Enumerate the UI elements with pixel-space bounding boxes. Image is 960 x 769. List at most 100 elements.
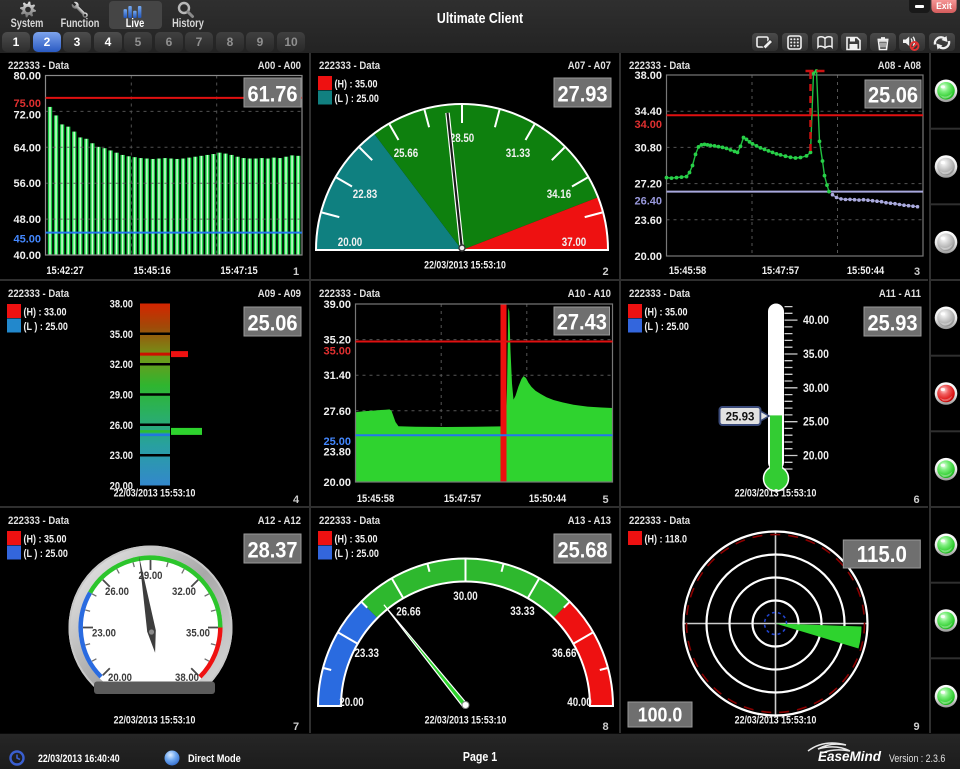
svg-text:25.00: 25.00 (323, 436, 351, 448)
svg-text:(H) : 33.00: (H) : 33.00 (24, 306, 67, 318)
svg-text:26.40: 26.40 (634, 196, 662, 208)
svg-text:75.00: 75.00 (13, 98, 41, 110)
svg-text:20.00: 20.00 (634, 251, 662, 263)
svg-text:1: 1 (293, 266, 299, 278)
svg-text:115.0: 115.0 (856, 540, 906, 566)
svg-text:22/03/2013 15:53:10: 22/03/2013 15:53:10 (424, 260, 506, 272)
svg-text:23.00: 23.00 (110, 450, 134, 462)
svg-text:15:45:58: 15:45:58 (668, 265, 706, 277)
svg-text:7: 7 (293, 721, 299, 733)
svg-text:(L ) : 25.00: (L ) : 25.00 (334, 548, 379, 560)
svg-text:29.00: 29.00 (110, 389, 134, 401)
svg-text:Page 1: Page 1 (463, 750, 498, 764)
svg-text:A11 - A11: A11 - A11 (878, 288, 920, 300)
svg-text:20.00: 20.00 (323, 477, 351, 489)
svg-text:20.00: 20.00 (339, 696, 363, 709)
svg-text:6: 6 (913, 494, 919, 506)
svg-text:3: 3 (913, 266, 919, 278)
svg-text:15:50:44: 15:50:44 (846, 265, 884, 277)
svg-text:27.93: 27.93 (557, 81, 607, 106)
svg-text:22/03/2013 15:53:10: 22/03/2013 15:53:10 (734, 714, 816, 726)
svg-text:222333 - Data: 222333 - Data (8, 515, 69, 527)
svg-text:34.40: 34.40 (634, 106, 662, 118)
svg-text:35.00: 35.00 (186, 627, 210, 639)
svg-text:23.33: 23.33 (354, 647, 378, 660)
svg-text:(H) : 35.00: (H) : 35.00 (334, 79, 377, 91)
svg-text:25.93: 25.93 (725, 411, 754, 423)
svg-text:15:47:57: 15:47:57 (443, 493, 481, 505)
svg-text:26.00: 26.00 (105, 586, 129, 598)
svg-text:2: 2 (602, 266, 608, 278)
svg-text:31.33: 31.33 (505, 147, 529, 160)
svg-text:222333 - Data: 222333 - Data (629, 288, 690, 300)
svg-text:80.00: 80.00 (13, 71, 41, 83)
svg-text:28.50: 28.50 (449, 132, 473, 145)
svg-text:20.00: 20.00 (803, 450, 829, 463)
svg-text:(H) : 118.0: (H) : 118.0 (644, 533, 687, 545)
svg-text:25.68: 25.68 (557, 537, 607, 562)
svg-text:25.00: 25.00 (803, 416, 829, 429)
svg-text:4: 4 (293, 494, 300, 506)
svg-text:48.00: 48.00 (13, 214, 41, 226)
svg-text:A00 - A00: A00 - A00 (258, 60, 301, 72)
svg-text:31.40: 31.40 (323, 370, 351, 382)
svg-text:36.66: 36.66 (551, 647, 575, 660)
svg-text:(L ) : 25.00: (L ) : 25.00 (334, 93, 379, 105)
svg-text:Version : 2.3.6: Version : 2.3.6 (889, 753, 946, 765)
svg-text:(H) : 35.00: (H) : 35.00 (644, 306, 687, 318)
svg-text:(L ) : 25.00: (L ) : 25.00 (644, 321, 689, 333)
svg-text:A10 - A10: A10 - A10 (567, 288, 610, 300)
svg-text:222333 - Data: 222333 - Data (319, 60, 380, 72)
svg-text:(L ) : 25.00: (L ) : 25.00 (24, 548, 69, 560)
svg-text:35.00: 35.00 (323, 345, 351, 357)
svg-text:(L ) : 25.00: (L ) : 25.00 (24, 321, 69, 333)
svg-text:38.00: 38.00 (110, 298, 134, 310)
svg-text:22/03/2013 16:40:40: 22/03/2013 16:40:40 (38, 753, 120, 765)
svg-text:222333 - Data: 222333 - Data (629, 515, 690, 527)
svg-text:8: 8 (602, 721, 608, 733)
svg-text:22/03/2013 15:53:10: 22/03/2013 15:53:10 (114, 714, 196, 726)
svg-text:9: 9 (913, 721, 919, 733)
svg-text:26.00: 26.00 (110, 420, 134, 432)
svg-text:A07 - A07: A07 - A07 (567, 60, 610, 72)
svg-text:20.00: 20.00 (337, 236, 361, 249)
svg-text:15:47:57: 15:47:57 (761, 265, 799, 277)
svg-text:15:42:27: 15:42:27 (46, 265, 84, 277)
svg-text:100.0: 100.0 (637, 704, 682, 726)
svg-text:30.00: 30.00 (803, 382, 829, 395)
svg-text:EaseMind: EaseMind (818, 749, 882, 764)
svg-text:27.20: 27.20 (634, 179, 662, 191)
svg-text:27.60: 27.60 (323, 405, 351, 417)
svg-text:(H) : 35.00: (H) : 35.00 (24, 533, 67, 545)
svg-text:64.00: 64.00 (13, 142, 41, 154)
svg-text:40.00: 40.00 (13, 250, 41, 262)
svg-text:15:45:58: 15:45:58 (356, 493, 394, 505)
svg-text:(H) : 35.00: (H) : 35.00 (334, 533, 377, 545)
svg-text:26.66: 26.66 (396, 605, 420, 618)
svg-text:35.00: 35.00 (110, 329, 134, 341)
svg-text:34.00: 34.00 (634, 119, 662, 131)
svg-text:25.66: 25.66 (393, 147, 417, 160)
svg-text:A12 - A12: A12 - A12 (258, 515, 301, 527)
svg-text:28.37: 28.37 (247, 537, 297, 562)
svg-text:35.00: 35.00 (803, 348, 829, 361)
svg-text:15:47:15: 15:47:15 (220, 265, 258, 277)
svg-text:15:45:16: 15:45:16 (133, 265, 171, 277)
svg-text:5: 5 (602, 494, 608, 506)
svg-text:A13 - A13: A13 - A13 (567, 515, 610, 527)
svg-text:15:50:44: 15:50:44 (528, 493, 566, 505)
svg-text:25.06: 25.06 (247, 310, 297, 335)
svg-text:22.83: 22.83 (352, 188, 376, 201)
svg-text:23.60: 23.60 (634, 215, 662, 227)
svg-text:22/03/2013 15:53:10: 22/03/2013 15:53:10 (114, 487, 196, 499)
svg-text:Direct Mode: Direct Mode (188, 753, 241, 765)
svg-text:32.00: 32.00 (172, 586, 196, 598)
svg-text:56.00: 56.00 (13, 178, 41, 190)
svg-text:38.00: 38.00 (634, 70, 662, 82)
svg-text:222333 - Data: 222333 - Data (319, 515, 380, 527)
svg-text:40.00: 40.00 (803, 314, 829, 327)
svg-text:25.06: 25.06 (867, 82, 917, 107)
svg-text:222333 - Data: 222333 - Data (8, 288, 69, 300)
svg-text:39.00: 39.00 (323, 299, 351, 311)
svg-text:61.76: 61.76 (247, 81, 297, 106)
